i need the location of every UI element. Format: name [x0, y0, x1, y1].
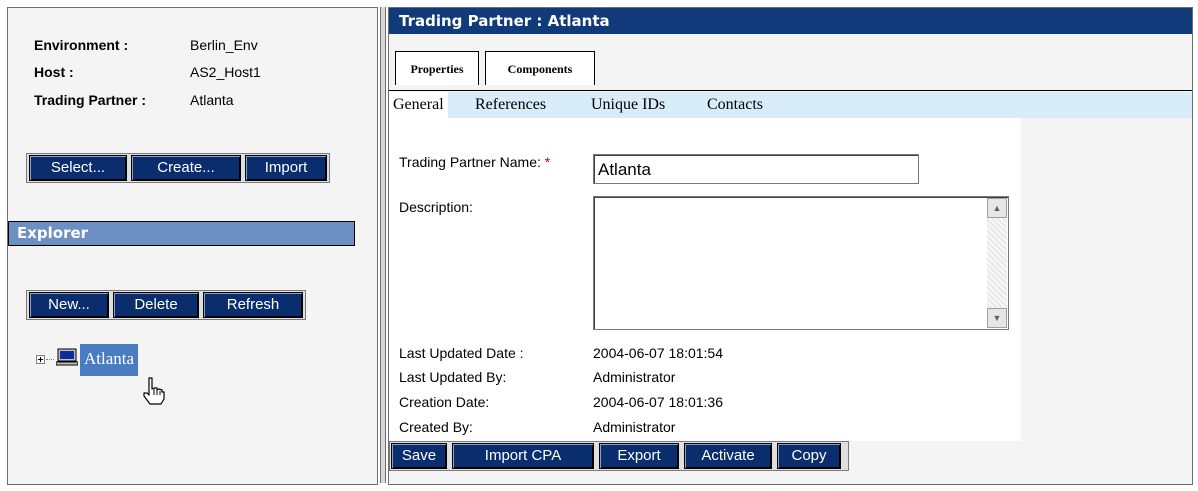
- context-button-bar: Select... Create... Import: [26, 153, 330, 183]
- activate-button[interactable]: Activate: [684, 443, 772, 469]
- subtab-bar: General References Unique IDs Contacts: [389, 92, 1192, 118]
- created-by-value: Administrator: [593, 419, 676, 435]
- create-button[interactable]: Create...: [131, 155, 241, 181]
- creation-date-value: 2004-06-07 18:01:36: [593, 394, 723, 410]
- last-updated-date-label: Last Updated Date :: [399, 345, 524, 361]
- import-cpa-button[interactable]: Import CPA: [452, 443, 594, 469]
- tab-properties[interactable]: Properties: [395, 51, 479, 85]
- environment-label: Environment :: [34, 37, 129, 53]
- last-updated-by-label: Last Updated By:: [399, 369, 507, 385]
- required-marker: *: [544, 154, 551, 170]
- environment-value: Berlin_Env: [190, 37, 258, 53]
- hand-cursor-icon: [143, 377, 165, 405]
- expand-icon[interactable]: [36, 355, 45, 364]
- subtab-references[interactable]: References: [475, 92, 546, 118]
- trading-partner-value: Atlanta: [190, 92, 234, 108]
- subtab-contacts[interactable]: Contacts: [707, 92, 763, 118]
- host-label: Host :: [34, 64, 74, 80]
- explorer-button-bar: New... Delete Refresh: [26, 290, 306, 320]
- explorer-header: Explorer: [8, 221, 355, 246]
- created-by-label: Created By:: [399, 419, 473, 435]
- tree-connector: [46, 359, 54, 360]
- tab-divider: [389, 90, 1192, 91]
- last-updated-by-value: Administrator: [593, 369, 676, 385]
- save-button[interactable]: Save: [391, 443, 447, 469]
- description-scrollbar[interactable]: ▲ ▼: [987, 198, 1007, 328]
- tab-components[interactable]: Components: [485, 51, 595, 85]
- scroll-down-icon[interactable]: ▼: [987, 308, 1007, 328]
- delete-button[interactable]: Delete: [113, 292, 199, 318]
- panel-splitter[interactable]: [380, 7, 386, 483]
- new-button[interactable]: New...: [29, 292, 109, 318]
- copy-button[interactable]: Copy: [777, 443, 841, 469]
- refresh-button[interactable]: Refresh: [203, 292, 303, 318]
- select-button[interactable]: Select...: [29, 155, 127, 181]
- computer-icon: [56, 348, 78, 366]
- host-value: AS2_Host1: [190, 64, 261, 80]
- tree-node-label[interactable]: Atlanta: [80, 344, 139, 376]
- context-panel: Environment : Berlin_Env Host : AS2_Host…: [7, 7, 378, 485]
- import-button[interactable]: Import: [245, 155, 327, 181]
- detail-title: Trading Partner : Atlanta: [389, 8, 1192, 34]
- trading-partner-name-label: Trading Partner Name: *: [399, 154, 551, 170]
- description-label: Description:: [399, 199, 473, 215]
- scroll-up-icon[interactable]: ▲: [987, 198, 1007, 218]
- last-updated-date-value: 2004-06-07 18:01:54: [593, 345, 723, 361]
- trading-partner-name-input[interactable]: Atlanta: [593, 154, 919, 184]
- description-textarea[interactable]: ▲ ▼: [593, 196, 1009, 330]
- trading-partner-label: Trading Partner :: [34, 92, 147, 108]
- detail-panel: Trading Partner : Atlanta Properties Com…: [388, 7, 1193, 485]
- creation-date-label: Creation Date:: [399, 394, 490, 410]
- detail-action-bar: Save Import CPA Export Activate Copy: [389, 441, 849, 471]
- export-button[interactable]: Export: [599, 443, 679, 469]
- subtab-unique-ids[interactable]: Unique IDs: [591, 92, 665, 118]
- subtab-general[interactable]: General: [389, 92, 448, 118]
